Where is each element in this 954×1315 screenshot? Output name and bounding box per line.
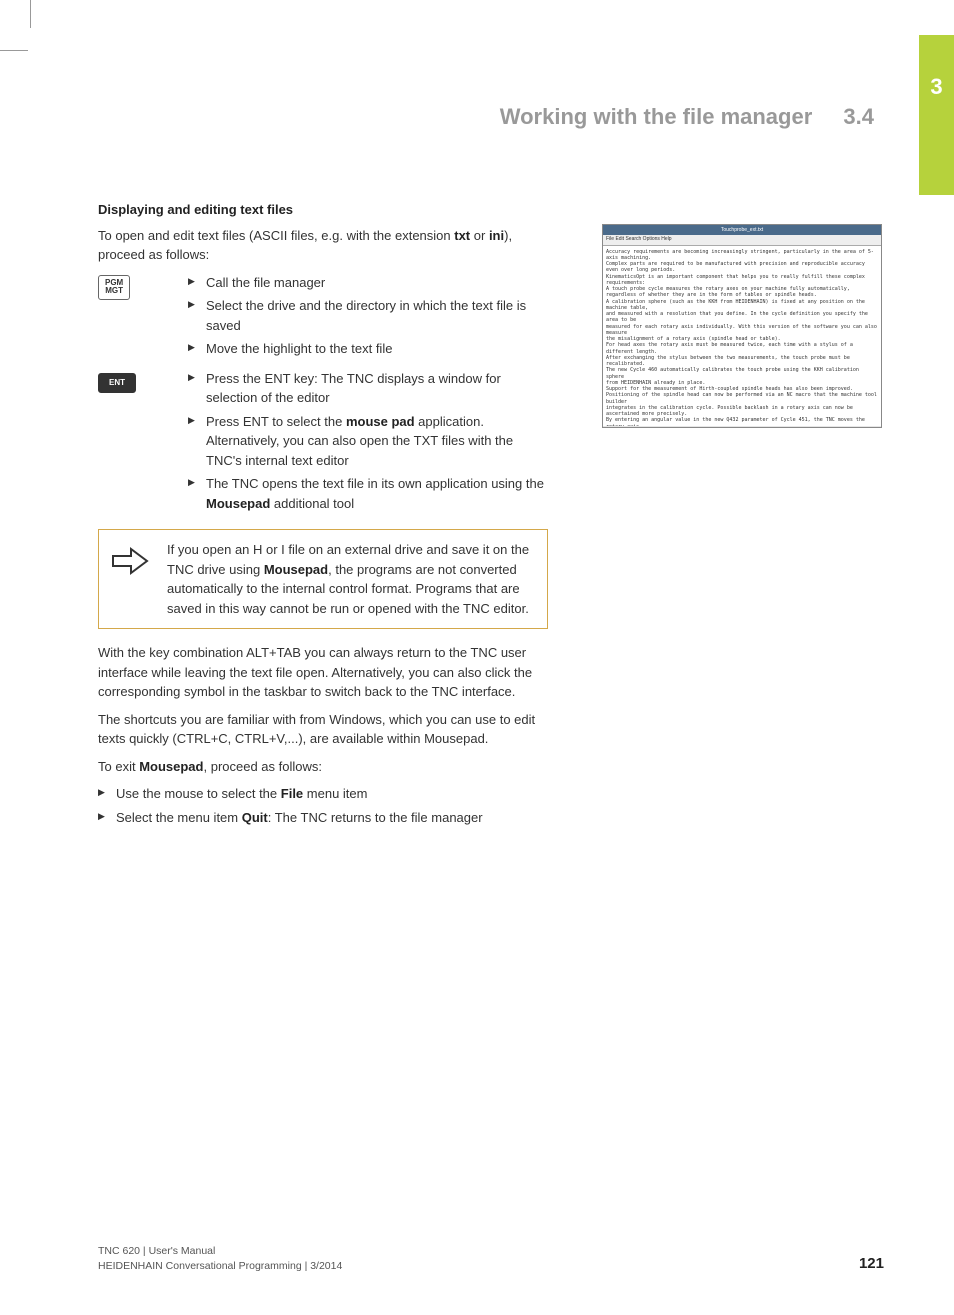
- paragraph: With the key combination ALT+TAB you can…: [98, 643, 548, 702]
- step-item: Press ENT to select the mouse pad applic…: [188, 412, 548, 471]
- paragraph: The shortcuts you are familiar with from…: [98, 710, 548, 749]
- ent-key-icon: ENT: [98, 373, 136, 394]
- step-item: Press the ENT key: The TNC displays a wi…: [188, 369, 548, 408]
- pgm-mgt-key-icon: PGM MGT: [98, 275, 130, 301]
- chapter-tab: 3: [919, 35, 954, 195]
- header-section: 3.4: [843, 104, 874, 129]
- arrow-right-icon: [111, 540, 151, 618]
- section-heading: Displaying and editing text files: [98, 200, 548, 220]
- step-block-ent: ENT Press the ENT key: The TNC displays …: [98, 369, 548, 518]
- main-content: Displaying and editing text files To ope…: [98, 200, 548, 831]
- step-list-2: Press the ENT key: The TNC displays a wi…: [188, 369, 548, 514]
- screenshot-body: Accuracy requirements are becoming incre…: [603, 246, 881, 426]
- step-item: Move the highlight to the text file: [188, 339, 548, 359]
- screenshot-menubar: File Edit Search Options Help: [603, 235, 881, 246]
- step-block-pgmmgt: PGM MGT Call the file manager Select the…: [98, 273, 548, 363]
- crop-mark: [0, 50, 28, 51]
- step-item: Select the menu item Quit: The TNC retur…: [98, 808, 548, 828]
- note-text: If you open an H or I file on an externa…: [167, 540, 535, 618]
- page-number: 121: [859, 1253, 884, 1276]
- step-item: The TNC opens the text file in its own a…: [188, 474, 548, 513]
- step-item: Select the drive and the directory in wh…: [188, 296, 548, 335]
- page-header: Working with the file manager 3.4: [500, 100, 874, 133]
- editor-screenshot: Touchprobe_ext.txt File Edit Search Opti…: [602, 224, 882, 428]
- step-item: Call the file manager: [188, 273, 548, 293]
- footer-text: TNC 620 | User's Manual HEIDENHAIN Conve…: [98, 1244, 342, 1276]
- exit-step-list: Use the mouse to select the File menu it…: [98, 784, 548, 827]
- intro-paragraph: To open and edit text files (ASCII files…: [98, 226, 548, 265]
- step-item: Use the mouse to select the File menu it…: [98, 784, 548, 804]
- crop-mark: [30, 0, 31, 28]
- header-title: Working with the file manager: [500, 104, 813, 129]
- page-footer: TNC 620 | User's Manual HEIDENHAIN Conve…: [98, 1244, 884, 1276]
- screenshot-titlebar: Touchprobe_ext.txt: [603, 225, 881, 235]
- note-box: If you open an H or I file on an externa…: [98, 529, 548, 629]
- paragraph: To exit Mousepad, proceed as follows:: [98, 757, 548, 777]
- step-list-1: Call the file manager Select the drive a…: [188, 273, 548, 359]
